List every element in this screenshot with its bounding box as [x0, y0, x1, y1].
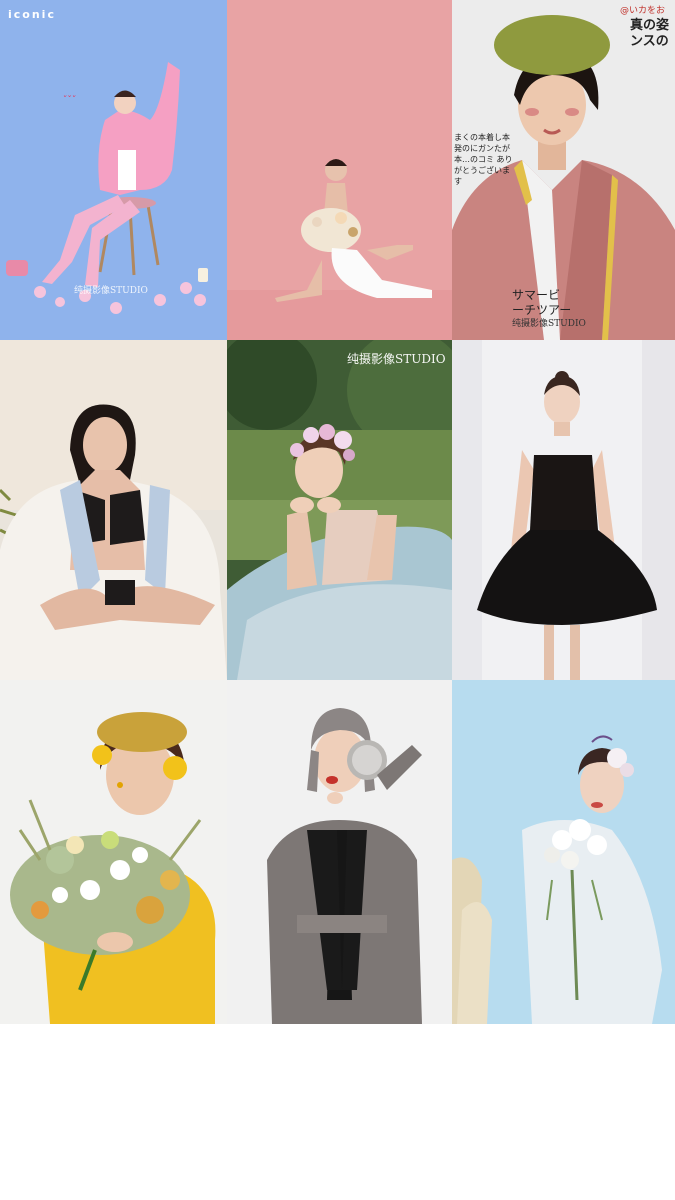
photo-tile-6[interactable] [452, 340, 675, 680]
photo-tile-8[interactable] [227, 680, 452, 1024]
empty-footer-area [0, 1024, 675, 1200]
photo-grid: ˇˇˇ iconic 纯摄影像STUDIO @いカをお 真の姿 ンスの まくの本… [0, 0, 675, 1024]
photo-tile-5[interactable]: 纯摄影像STUDIO [227, 340, 452, 680]
studio-watermark: 纯摄影像STUDIO [512, 319, 586, 329]
iconic-logo: iconic [8, 8, 56, 21]
photo-9-image [452, 680, 675, 1024]
photo-tile-2[interactable] [227, 0, 452, 340]
photo-tile-3[interactable]: @いカをお 真の姿 ンスの まくの本着し本発のにガンたが本…のコミ ありがとうご… [452, 0, 675, 340]
photo-5-image [227, 340, 452, 680]
photo-tile-9[interactable] [452, 680, 675, 1024]
photo-8-image [227, 680, 452, 1024]
photo-7-image [0, 680, 227, 1024]
magazine-headline-2: ンスの [630, 34, 669, 49]
photo-6-image [452, 340, 675, 680]
photo-2-image [227, 0, 452, 340]
photo-tile-7[interactable] [0, 680, 227, 1024]
magazine-side-copy: まくの本着し本発のにガンたが本…のコミ ありがとうございます [454, 133, 513, 186]
studio-watermark: 纯摄影像STUDIO [74, 286, 148, 296]
photo-tile-1[interactable]: ˇˇˇ iconic 纯摄影像STUDIO [0, 0, 227, 340]
photo-tile-4[interactable] [0, 340, 227, 680]
studio-watermark: 纯摄影像STUDIO [347, 352, 446, 366]
svg-text:ˇˇˇ: ˇˇˇ [62, 95, 76, 106]
photo-4-image [0, 340, 227, 680]
